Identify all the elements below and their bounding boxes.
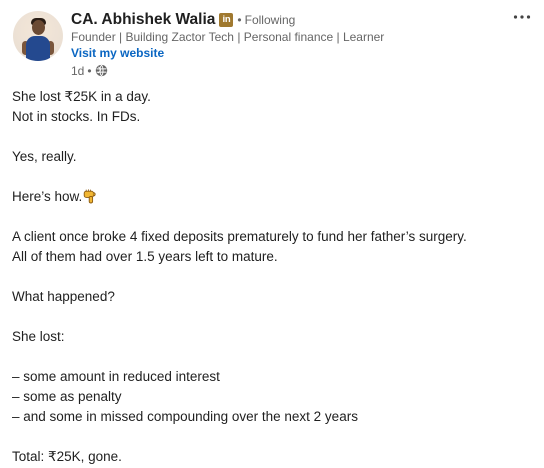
globe-icon — [95, 64, 107, 77]
more-options-button[interactable] — [508, 7, 536, 27]
post-line: – some amount in reduced interest — [12, 369, 220, 384]
following-status[interactable]: Following — [245, 13, 296, 27]
post-time[interactable]: 1d — [71, 64, 84, 78]
post-line: What happened? — [12, 289, 115, 304]
avatar-body — [26, 36, 50, 61]
post-line: – some as penalty — [12, 389, 122, 404]
post-line: She lost ₹25K in a day. — [12, 89, 151, 104]
linkedin-premium-badge-icon: in — [219, 13, 234, 27]
post-line: – and some in missed compounding over th… — [12, 409, 358, 424]
author-avatar[interactable] — [13, 11, 63, 61]
separator-dot: • — [87, 63, 92, 78]
author-name-line: CA. Abhishek Walia in • Following — [71, 10, 295, 30]
post-line-blank — [12, 127, 532, 147]
post-line: All of them had over 1.5 years left to m… — [12, 249, 278, 264]
separator-dot: • — [237, 13, 242, 27]
post-line-with-emoji: Here’s how. — [12, 187, 532, 207]
visit-website-link[interactable]: Visit my website — [71, 46, 164, 60]
post-line: Yes, really. — [12, 149, 77, 164]
post-line-blank — [12, 427, 532, 447]
post-line: Total: ₹25K, gone. — [12, 449, 122, 464]
post-line-blank — [12, 307, 532, 327]
post-line: She lost: — [12, 329, 65, 344]
post-line-blank — [12, 207, 532, 227]
post-line-blank — [12, 167, 532, 187]
post-line: A client once broke 4 fixed deposits pre… — [12, 229, 467, 244]
post-meta: 1d • — [71, 63, 108, 78]
feed-post: CA. Abhishek Walia in • Following Founde… — [0, 0, 544, 468]
post-line: Not in stocks. In FDs. — [12, 109, 141, 124]
pointing-down-hand-icon — [84, 189, 96, 204]
post-line-text: Here’s how. — [12, 189, 83, 204]
post-line-blank — [12, 347, 532, 367]
post-line-blank — [12, 267, 532, 287]
post-body: She lost ₹25K in a day. Not in stocks. I… — [12, 87, 532, 467]
author-headline: Founder | Building Zactor Tech | Persona… — [71, 30, 385, 44]
more-options-icon — [513, 15, 531, 19]
avatar-head — [32, 20, 45, 35]
author-name[interactable]: CA. Abhishek Walia — [71, 11, 215, 29]
